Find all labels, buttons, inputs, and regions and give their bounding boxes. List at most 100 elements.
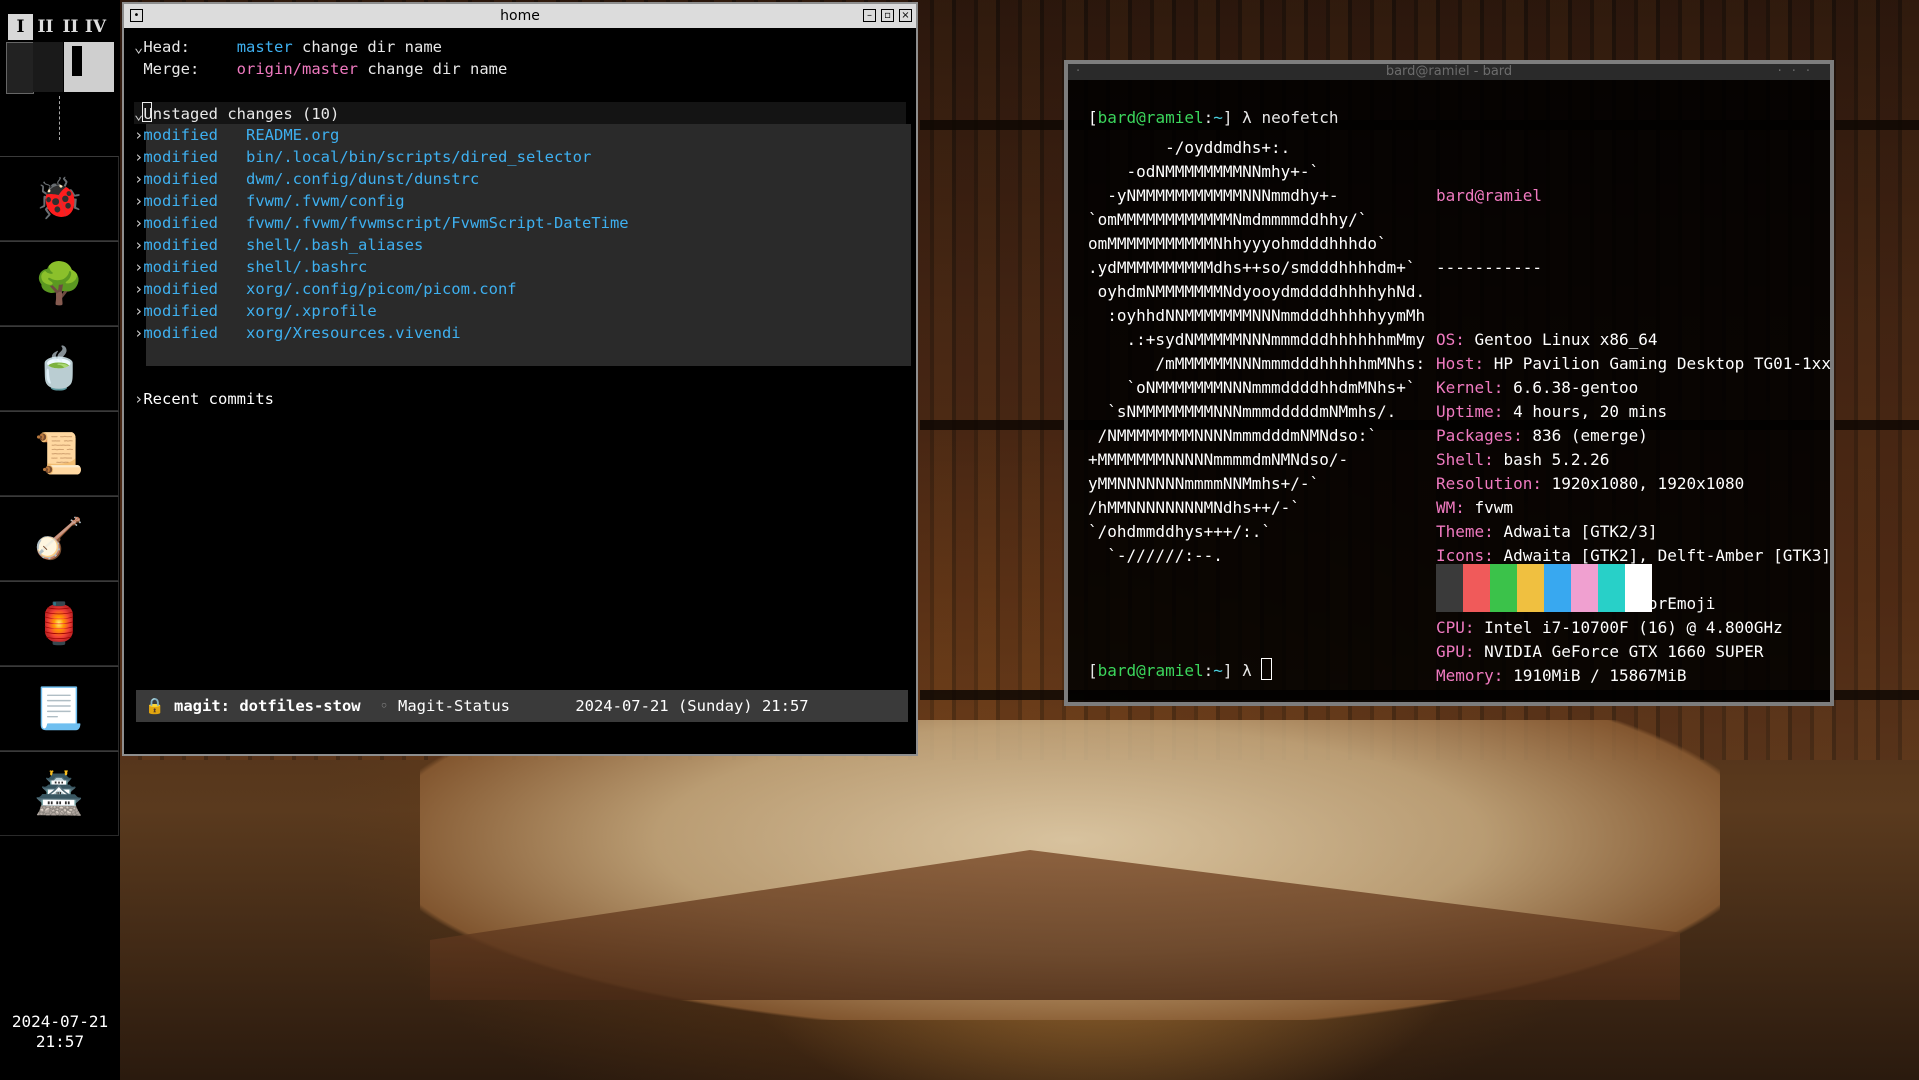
head-message: change dir name xyxy=(302,38,443,56)
ascii-logo-line: oyhdmNMMMMMMMNdyooydmddddhhhhyhNd. xyxy=(1088,282,1426,301)
file-row[interactable]: ›modified dwm/.config/dunst/dunstrc xyxy=(134,168,906,190)
launcher-button[interactable]: 🏯 xyxy=(0,751,119,836)
desk-button-2[interactable]: II xyxy=(33,14,58,40)
gentoo-ascii-logo: -/oyddmdhs+:. -odNMMMMMMMMNNmhy+-` -yNMM… xyxy=(1088,136,1425,568)
merge-line: Merge: origin/master change dir name xyxy=(134,58,906,80)
info-value: 6.6.38-gentoo xyxy=(1513,378,1639,397)
maximize-icon[interactable]: ▫ xyxy=(881,9,894,22)
bonsai-app-icon: 🌳 xyxy=(34,261,84,307)
file-row[interactable]: ›modified fvwm/.fvwm/fvwmscript/FvwmScri… xyxy=(134,212,906,234)
pager-page-1[interactable] xyxy=(6,42,34,94)
file-status: modified xyxy=(143,258,218,276)
pager-page-3[interactable] xyxy=(64,42,114,92)
file-row[interactable]: ›modified xorg/.xprofile xyxy=(134,300,906,322)
terminal-cursor xyxy=(1261,658,1273,680)
ascii-logo-line: -yNMMMMMMMMMMMNNNmmdhy+- xyxy=(1088,186,1339,205)
info-value: 836 (emerge) xyxy=(1532,426,1648,445)
window-menu-icon[interactable]: · xyxy=(1076,64,1080,80)
recent-commits-header[interactable]: ›Recent commits xyxy=(134,388,906,410)
info-row: OS: Gentoo Linux x86_64 xyxy=(1436,330,1658,349)
color-swatch xyxy=(1490,564,1517,612)
file-path: README.org xyxy=(246,126,340,144)
info-key: Shell xyxy=(1436,450,1485,469)
terminal-titlebar[interactable]: · bard@ramiel - bard ··· xyxy=(1068,64,1830,80)
merge-branch[interactable]: origin/master xyxy=(237,60,358,78)
modeline-buffer-name: magit: dotfiles-stow xyxy=(174,697,361,715)
launcher-button[interactable]: 🌳 xyxy=(0,241,119,326)
launcher-button[interactable]: 📜 xyxy=(0,411,119,496)
info-user-host: bard@ramiel xyxy=(1436,186,1542,205)
file-row[interactable]: ›modified shell/.bashrc xyxy=(134,256,906,278)
file-status: modified xyxy=(143,192,218,210)
color-palette xyxy=(1436,564,1652,612)
pager[interactable] xyxy=(6,42,114,94)
info-row: Packages: 836 (emerge) xyxy=(1436,426,1648,445)
file-path: fvwm/.fvwm/fvwmscript/FvwmScript-DateTim… xyxy=(246,214,629,232)
ascii-logo-line: `omMMMMMMMMMMMMNmdmmmmddhhy/` xyxy=(1088,210,1368,229)
info-key: Uptime xyxy=(1436,402,1494,421)
file-row[interactable]: ›modified README.org xyxy=(134,124,906,146)
pager-page-2[interactable] xyxy=(33,42,63,92)
info-value: NVIDIA GeForce GTX 1660 SUPER xyxy=(1484,642,1764,661)
unstaged-count: (10) xyxy=(302,105,340,123)
file-row[interactable]: ›modified xorg/.config/picom/picom.conf xyxy=(134,278,906,300)
file-path: xorg/Xresources.vivendi xyxy=(246,324,461,342)
file-status: modified xyxy=(143,170,218,188)
desk-button-1[interactable]: I xyxy=(8,14,33,40)
modeline: 🔒 magit: dotfiles-stow ◦ Magit-Status 20… xyxy=(136,690,908,722)
panel-clock: 2024-07-21 21:57 xyxy=(0,1012,120,1052)
magit-status-buffer[interactable]: ⌄Head: master change dir name Merge: ori… xyxy=(134,36,911,754)
file-row[interactable]: ›modified fvwm/.fvwm/config xyxy=(134,190,906,212)
info-value: HP Pavilion Gaming Desktop TG01-1xx xyxy=(1493,354,1831,373)
file-path: xorg/.xprofile xyxy=(246,302,377,320)
info-row: Theme: Adwaita [GTK2/3] xyxy=(1436,522,1658,541)
launcher-button[interactable]: 🏮 xyxy=(0,581,119,666)
emacs-window: • home – ▫ × ⌄Head: master change dir na… xyxy=(122,2,918,756)
window-controls[interactable]: ··· xyxy=(1778,64,1820,80)
info-row: Memory: 1910MiB / 15867MiB xyxy=(1436,666,1687,685)
prompt-line-current[interactable]: [bard@ramiel:~] λ xyxy=(1088,658,1273,683)
clock-time: 21:57 xyxy=(35,1032,85,1051)
info-value: 4 hours, 20 mins xyxy=(1513,402,1668,421)
head-label: Head: xyxy=(143,38,191,56)
lock-icon: 🔒 xyxy=(145,697,165,715)
terminal-title: bard@ramiel - bard xyxy=(1385,64,1513,79)
ascii-logo-line: `/ohdmmddhys+++/:.` xyxy=(1088,522,1272,541)
info-row: Host: HP Pavilion Gaming Desktop TG01-1x… xyxy=(1436,354,1831,373)
unstaged-first-letter: U xyxy=(143,105,153,123)
tea-app-icon: 🍵 xyxy=(34,346,84,392)
unstaged-title: nstaged changes xyxy=(152,105,293,123)
info-key: Theme xyxy=(1436,522,1485,541)
shoji-app-icon: 🏯 xyxy=(34,771,84,817)
info-key: OS xyxy=(1436,330,1456,349)
side-panel: I II II IV 🐞 🌳 🍵 📜 🪕 🏮 📃 🏯 2024-07-21 21… xyxy=(0,0,120,1080)
desk-button-4[interactable]: IV xyxy=(83,14,108,40)
file-path: shell/.bash_aliases xyxy=(246,236,424,254)
file-status: modified xyxy=(143,280,218,298)
file-path: bin/.local/bin/scripts/dired_selector xyxy=(246,148,592,166)
info-value: 1920x1080, 1920x1080 xyxy=(1551,474,1745,493)
launcher-button[interactable]: 🍵 xyxy=(0,326,119,411)
desk-button-3[interactable]: II xyxy=(58,14,83,40)
window-menu-icon[interactable]: • xyxy=(130,9,143,22)
launcher-button[interactable]: 📃 xyxy=(0,666,119,751)
pager-separator xyxy=(59,96,60,140)
merge-message: change dir name xyxy=(367,60,508,78)
head-branch[interactable]: master xyxy=(237,38,293,56)
info-value: Gentoo Linux x86_64 xyxy=(1474,330,1658,349)
file-row[interactable]: ›modified xorg/Xresources.vivendi xyxy=(134,322,906,344)
color-swatch xyxy=(1436,564,1463,612)
launcher-button[interactable]: 🪕 xyxy=(0,496,119,581)
emacs-titlebar[interactable]: • home – ▫ × xyxy=(124,4,916,28)
close-icon[interactable]: × xyxy=(899,9,912,22)
unstaged-section-header[interactable]: ⌄Unstaged changes (10) xyxy=(134,102,906,124)
minimize-icon[interactable]: – xyxy=(863,9,876,22)
launcher-button[interactable]: 🐞 xyxy=(0,156,119,241)
prompt-bracket: [ xyxy=(1088,661,1098,680)
file-row[interactable]: ›modified shell/.bash_aliases xyxy=(134,234,906,256)
paper-note-app-icon: 📃 xyxy=(34,686,84,732)
ascii-logo-line: omMMMMMMMMMMMNhhyyyohmdddhhhdo` xyxy=(1088,234,1387,253)
file-row[interactable]: ›modified bin/.local/bin/scripts/dired_s… xyxy=(134,146,906,168)
file-status: modified xyxy=(143,302,218,320)
file-path: dwm/.config/dunst/dunstrc xyxy=(246,170,480,188)
